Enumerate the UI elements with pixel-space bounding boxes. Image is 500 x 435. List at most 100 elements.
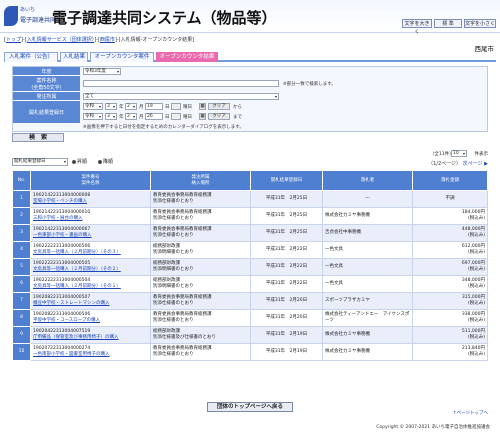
row-no: 5 <box>12 258 31 276</box>
table-row: 8 19020822313004000506 平坂中学校・コースロープの購入 教育委員… <box>12 309 488 327</box>
from-suffix: から <box>233 105 242 110</box>
org-select[interactable]: 全て <box>83 93 279 100</box>
logo-text-bottom: 電子調達共同 <box>20 17 57 24</box>
to-weekday <box>171 113 181 120</box>
row-no: 2 <box>12 207 31 225</box>
sort-asc-radio[interactable]: 昇順 <box>72 158 87 165</box>
table-row: 2 19021422313004000010 三和小学校・展台の購入 教育委員会事務局… <box>12 207 488 225</box>
next-page-link[interactable]: 次ページ ▶ <box>463 161 488 167</box>
year-select[interactable]: 令和3年度 <box>83 68 121 75</box>
breadcrumb-top-link[interactable]: トップ <box>6 37 21 43</box>
results-table: No. 案件番号 案件名称 発注所属 納入場所 開札結果登録日 落札者 落札金額… <box>12 170 488 361</box>
row-winner: --- <box>322 190 413 208</box>
tab-bid-results[interactable]: 入札結果 <box>60 52 88 62</box>
table-row: 5 19022222313004000505 文房具等一括購入（２月前期分）（その２… <box>12 258 488 276</box>
font-smaller-button[interactable]: 文字を小さく <box>464 19 496 28</box>
to-month-select[interactable]: 2 <box>125 113 137 120</box>
row-winner: 吉貞会社中事務機 <box>322 224 413 242</box>
row-org: 教育委員会事務局教育総務課 別添仕様書のとおり <box>150 309 251 327</box>
search-button[interactable]: 検 索 <box>12 133 64 142</box>
row-date: 平成31年 2月20日 <box>250 309 323 327</box>
row-date: 平成31年 2月25日 <box>250 190 323 208</box>
row-date: 平成31年 2月20日 <box>250 292 323 310</box>
breadcrumb-current: 入札情報-オープンカウンタ結果 <box>120 37 193 43</box>
from-clear-button[interactable]: クリア <box>208 103 230 110</box>
to-clear-button[interactable]: クリア <box>208 113 230 120</box>
amount-tax-note: (税込み) <box>467 301 485 306</box>
sort-select[interactable]: 開札結果登録日 <box>12 158 68 166</box>
item-name-link[interactable]: 一色南部小学校・図書室用椅子の購入 <box>33 352 148 358</box>
from-month-select[interactable]: 2 <box>125 103 137 110</box>
from-era-select[interactable]: 令和 <box>83 103 103 110</box>
from-year-unit: 年 <box>119 105 124 110</box>
table-row: 10 19020722313004000274 一色南部小学校・図書室用椅子の購入教… <box>12 343 488 361</box>
tab-bid-announcements[interactable]: 入札案件（公告） <box>4 52 58 62</box>
row-item: 19020822313004000506 平坂中学校・コースロープの購入 <box>30 309 151 327</box>
row-amount: 338,000円 (税込み) <box>412 309 488 327</box>
row-amount: 不調 <box>412 190 488 208</box>
logo-mark-icon <box>4 6 18 26</box>
row-no: 4 <box>12 241 31 259</box>
delivery-place: 別添仕様書のとおり <box>153 301 194 306</box>
from-day-input[interactable]: 19 <box>145 103 163 110</box>
col-winner: 落札者 <box>322 170 413 191</box>
item-name-link[interactable]: 平坂中学校・コースロープの購入 <box>33 318 148 324</box>
row-org: 教育委員会事務局教育総務課 別添仕様書のとおり <box>150 343 251 361</box>
row-item: 19022222313004000505 文房具等一括購入（２月前期分）（その２） <box>30 258 151 276</box>
from-calendar-icon[interactable]: ▦ <box>199 103 206 110</box>
font-larger-button[interactable]: 文字を大きく <box>402 19 432 35</box>
delivery-place: 別添明細書のとおり <box>153 267 194 272</box>
system-title: 電子調達共同システム（物品等） <box>52 9 277 27</box>
tab-open-counter-results[interactable]: オープンカウンタ結果 <box>156 52 218 62</box>
page-top-link[interactable]: ↑ページトップへ <box>453 410 488 416</box>
amount-tax-note: (税込み) <box>467 318 485 323</box>
per-page-select[interactable]: 10 <box>451 150 467 157</box>
to-weekday-label: 曜日 <box>183 115 192 120</box>
to-year-select[interactable]: 3 <box>105 113 117 120</box>
breadcrumb-procurement-link[interactable]: 入札情報サービス（団体選択） <box>27 37 95 43</box>
row-org: 教育委員会事務局教育総務課 別添仕様書のとおり <box>150 190 251 208</box>
breadcrumb-city-link[interactable]: 西尾市 <box>100 37 115 43</box>
row-amount: 315,000円 (税込み) <box>412 292 488 310</box>
item-name-link[interactable]: 文房具等一括購入（２月前期分）（その３） <box>33 250 148 256</box>
row-date: 平成31年 2月25日 <box>250 224 323 242</box>
delivery-place: 別添仕様書のとおり <box>153 233 194 238</box>
row-winner: 株式会社カミヤ事務機 <box>322 343 413 361</box>
table-row: 4 19022222313004000506 文房具等一括購入（２月前期分）（その３… <box>12 241 488 259</box>
table-row: 6 19022222313004000504 文房具等一括購入（２月前期分）（その１… <box>12 275 488 293</box>
copyright: Copyright © 2007-2021 あいち電子自治体推進協議会 <box>376 425 490 430</box>
to-year-unit: 年 <box>119 115 124 120</box>
to-calendar-icon[interactable]: ▦ <box>199 113 206 120</box>
item-name-link[interactable]: 三和小学校・展台の購入 <box>33 216 148 222</box>
row-item: 19021422313004000008 室場小学校・ベンチの購入 <box>30 190 151 208</box>
font-standard-button[interactable]: 標 準 <box>434 19 462 28</box>
from-weekday-label: 曜日 <box>183 105 192 110</box>
item-name-link[interactable]: 室場小学校・ベンチの購入 <box>33 199 148 205</box>
table-row: 7 19020822313004000507 幡豆中学校・ストレートマシンの購入 教育… <box>12 292 488 310</box>
tab-open-counter-items[interactable]: オープンカウンタ案件 <box>90 52 154 62</box>
delivery-place: 別添仕様書のとおり <box>153 318 194 323</box>
row-item: 19020822313004000507 幡豆中学校・ストレートマシンの購入 <box>30 292 151 310</box>
row-winner: 一色文具 <box>322 258 413 276</box>
item-name-label-text: 案件名称 <box>36 77 57 84</box>
to-era-select[interactable]: 令和 <box>83 113 103 120</box>
to-day-input[interactable]: 26 <box>145 113 163 120</box>
item-name-link[interactable]: 幡豆中学校・ストレートマシンの購入 <box>33 301 148 307</box>
sort-desc-radio[interactable]: 降順 <box>98 158 113 165</box>
amount-tax-note: (税込み) <box>467 267 485 272</box>
item-name-link[interactable]: 文房具等一括購入（２月前期分）（その１） <box>33 284 148 290</box>
per-page-label: 件表示 <box>474 152 489 157</box>
logo[interactable]: あいち 電子調達共同 <box>4 4 56 28</box>
item-name-input[interactable] <box>83 80 279 87</box>
item-name-link[interactable]: 文房具等一括購入（２月前期分）（その２） <box>33 267 148 273</box>
calendar-note: ※画像を押下すると日付を指定するためのカレンダーダイアログを表示します。 <box>83 125 244 130</box>
back-to-org-top-button[interactable]: 団体のトップページへ戻る <box>207 402 293 412</box>
row-no: 8 <box>12 309 31 327</box>
amount-tax-note: (税込み) <box>467 284 485 289</box>
row-date: 平成31年 2月22日 <box>250 275 323 293</box>
item-name-link[interactable]: 庁用備品（保管室及び事務用椅子）の購入 <box>33 335 148 341</box>
from-year-select[interactable]: 3 <box>105 103 117 110</box>
row-no: 10 <box>12 343 31 361</box>
item-name-link[interactable]: 一色東部小学校・書画の購入 <box>33 233 148 239</box>
breadcrumb: [トップ]-[入札情報サービス（団体選択）]-[西尾市]-[入札情報-オープンカ… <box>4 37 195 43</box>
